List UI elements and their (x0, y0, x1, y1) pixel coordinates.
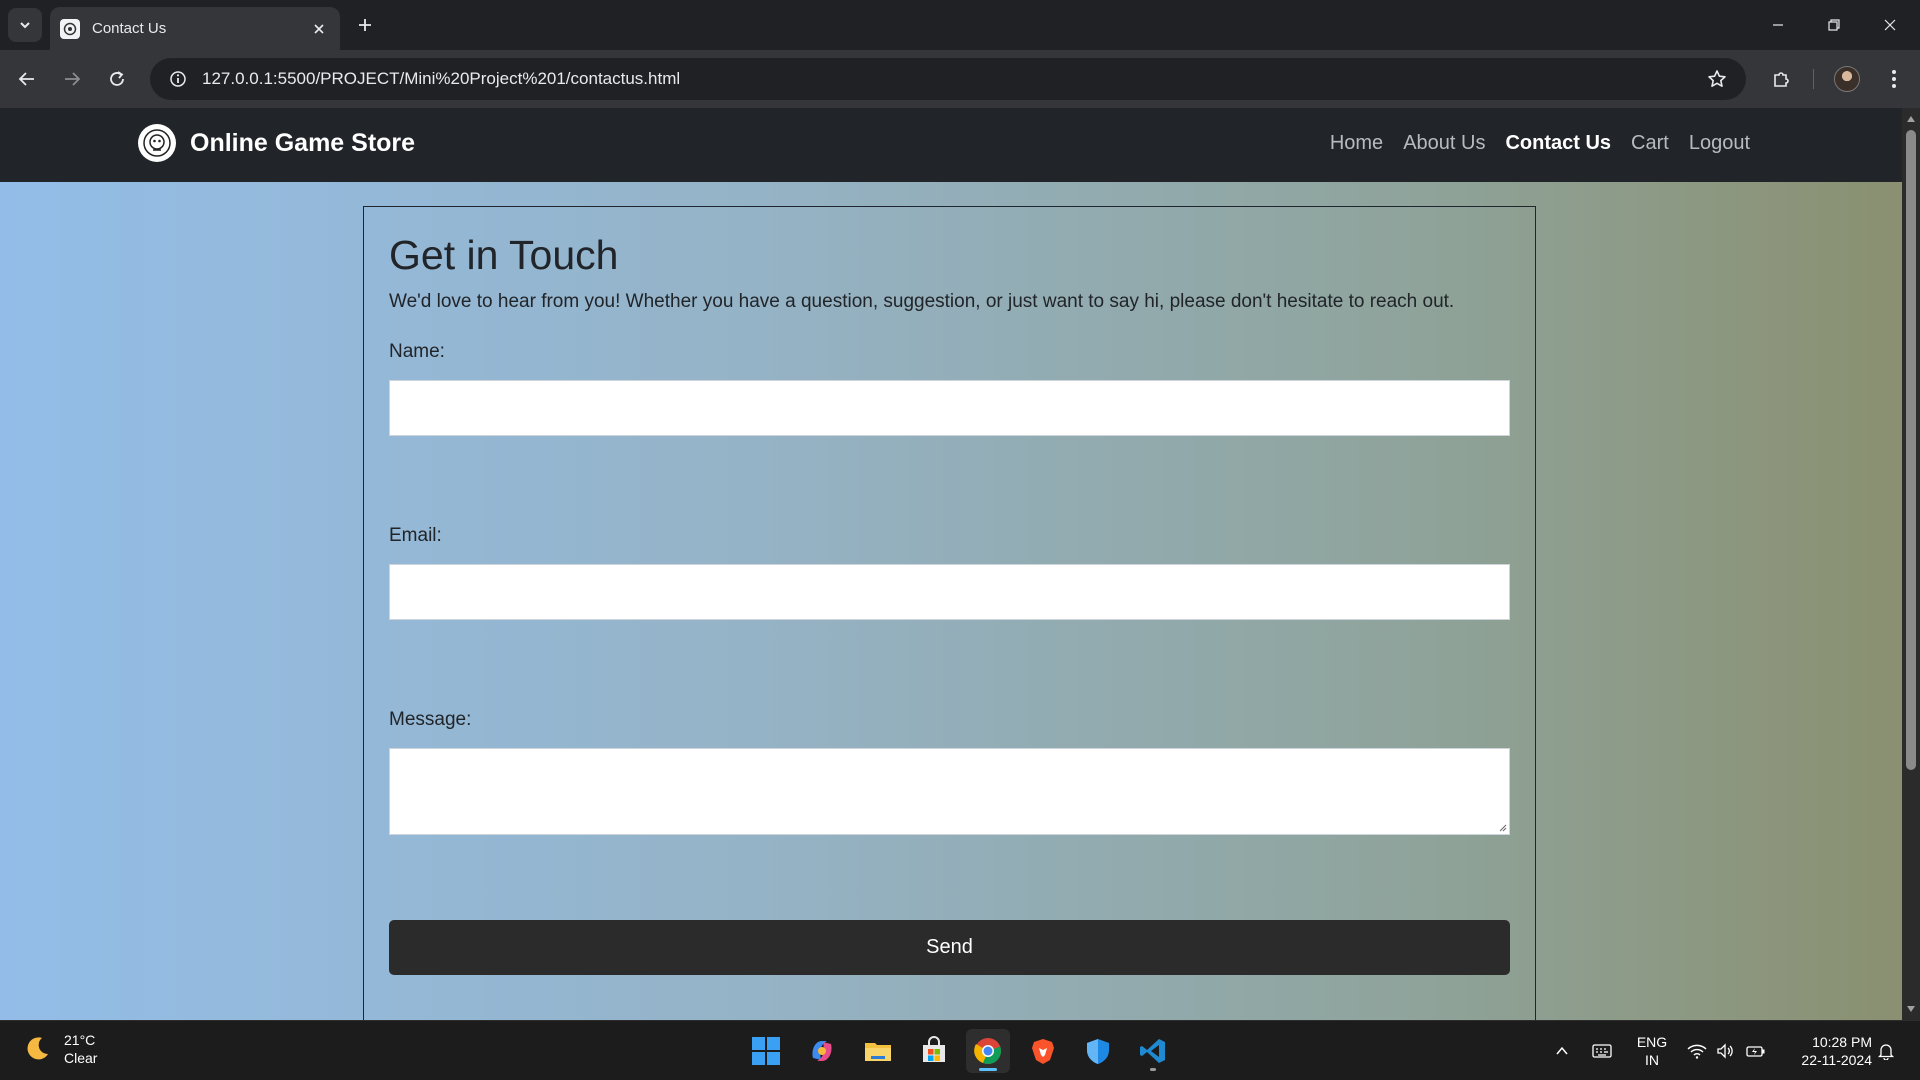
scrollbar-thumb[interactable] (1906, 130, 1916, 770)
microsoft-store-icon[interactable] (912, 1029, 956, 1073)
site-brand[interactable]: Online Game Store (138, 124, 415, 162)
page-title: Get in Touch (389, 232, 619, 278)
extensions-puzzle-icon[interactable] (1765, 63, 1797, 95)
name-input[interactable] (389, 380, 1510, 436)
clock-date: 22-11-2024 (1801, 1052, 1872, 1068)
message-textarea[interactable] (389, 748, 1510, 835)
battery-charging-icon[interactable] (1744, 1039, 1768, 1063)
volume-icon[interactable] (1714, 1039, 1738, 1063)
browser-tab-active[interactable]: Contact Us (50, 7, 340, 50)
clock-time: 10:28 PM (1812, 1034, 1872, 1050)
browser-toolbar: 127.0.0.1:5500/PROJECT/Mini%20Project%20… (0, 50, 1920, 108)
nav-link-logout[interactable]: Logout (1689, 132, 1750, 155)
start-icon[interactable] (744, 1029, 788, 1073)
email-label: Email: (389, 525, 442, 546)
tab-close-icon[interactable] (308, 18, 330, 40)
running-app-dot (1150, 1068, 1156, 1071)
file-explorer-icon[interactable] (856, 1029, 900, 1073)
toolbar-divider (1813, 69, 1814, 89)
site-favicon-icon (60, 18, 80, 39)
input-language-indicator[interactable]: ENG IN (1630, 1033, 1674, 1069)
new-tab-plus-icon[interactable] (350, 10, 380, 40)
wifi-icon[interactable] (1685, 1039, 1709, 1063)
region-code: IN (1645, 1052, 1659, 1068)
keyboard-icon[interactable] (1590, 1039, 1614, 1063)
brave-icon[interactable] (1021, 1029, 1065, 1073)
profile-avatar[interactable] (1831, 63, 1863, 95)
close-window-icon[interactable] (1862, 0, 1918, 50)
scroll-up-arrow-icon[interactable] (1902, 110, 1920, 128)
reload-icon[interactable] (101, 63, 133, 95)
nav-link-home[interactable]: Home (1330, 132, 1383, 155)
copilot-icon[interactable] (800, 1029, 844, 1073)
tab-search-button[interactable] (8, 8, 42, 42)
url-text: 127.0.0.1:5500/PROJECT/Mini%20Project%20… (202, 69, 681, 88)
tab-title: Contact Us (92, 20, 167, 37)
browser-tab-strip: Contact Us (0, 0, 1920, 50)
back-arrow-icon[interactable] (11, 63, 43, 95)
nav-link-about-us[interactable]: About Us (1403, 132, 1485, 155)
contact-form-card: Get in Touch We'd love to hear from you!… (363, 206, 1536, 1020)
resize-grip-icon[interactable] (1497, 822, 1507, 832)
windows-taskbar: 21°C Clear ENG IN 10:28 PM 22-11-2024 (0, 1020, 1920, 1080)
email-input[interactable] (389, 564, 1510, 620)
forward-arrow-icon[interactable] (56, 63, 88, 95)
site-navbar: Online Game Store Home About Us Contact … (0, 108, 1902, 182)
bookmark-star-icon[interactable] (1702, 64, 1732, 94)
game-store-logo-icon (138, 124, 176, 162)
notification-bell-icon[interactable] (1874, 1039, 1898, 1063)
send-button[interactable]: Send (389, 920, 1510, 975)
profile-avatar-image (1834, 66, 1860, 92)
site-info-icon[interactable] (164, 65, 192, 93)
nav-link-cart[interactable]: Cart (1631, 132, 1669, 155)
weather-temperature: 21°C (64, 1032, 96, 1048)
chrome-icon[interactable] (966, 1029, 1010, 1073)
address-bar[interactable]: 127.0.0.1:5500/PROJECT/Mini%20Project%20… (150, 58, 1746, 100)
message-label: Message: (389, 709, 472, 730)
restore-window-icon[interactable] (1806, 0, 1862, 50)
site-nav-links: Home About Us Contact Us Cart Logout (1330, 132, 1750, 155)
language-code: ENG (1636, 1034, 1668, 1050)
system-clock[interactable]: 10:28 PM 22-11-2024 (1780, 1033, 1872, 1069)
brand-name: Online Game Store (190, 128, 416, 157)
page-scrollbar[interactable] (1902, 108, 1920, 1020)
scroll-down-arrow-icon[interactable] (1902, 1000, 1920, 1018)
vscode-icon[interactable] (1131, 1029, 1175, 1073)
page-viewport: Online Game Store Home About Us Contact … (0, 108, 1902, 1020)
chevron-down-icon (20, 22, 30, 29)
more-menu-icon[interactable] (1878, 63, 1910, 95)
defender-icon[interactable] (1076, 1029, 1120, 1073)
nav-link-contact-us[interactable]: Contact Us (1505, 132, 1611, 155)
show-hidden-icons-chevron-up-icon[interactable] (1550, 1039, 1574, 1063)
name-label: Name: (389, 341, 445, 362)
contact-intro-text: We'd love to hear from you! Whether you … (389, 291, 1455, 312)
weather-condition: Clear (64, 1050, 98, 1066)
moon-icon (27, 1037, 48, 1060)
minimize-icon[interactable] (1750, 0, 1806, 50)
active-app-indicator (979, 1068, 997, 1071)
weather-widget[interactable]: 21°C Clear (22, 1031, 97, 1067)
